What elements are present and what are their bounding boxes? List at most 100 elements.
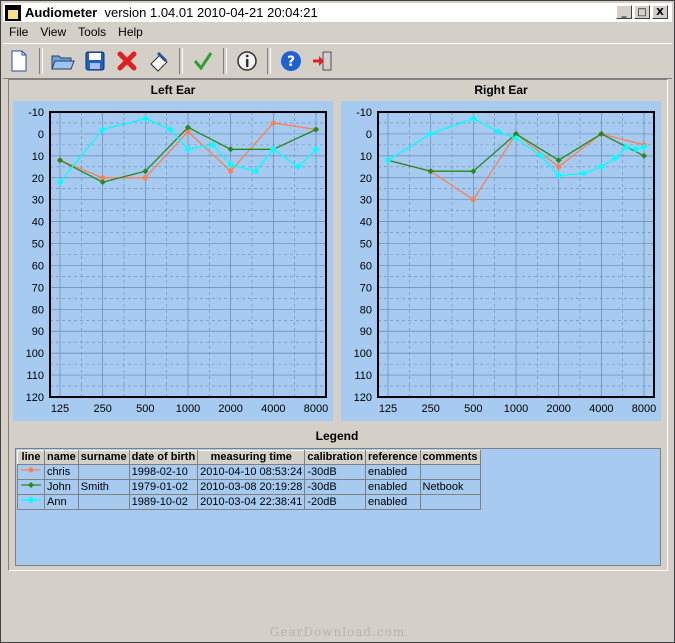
app-icon[interactable] — [5, 4, 21, 21]
maximize-button[interactable]: □ — [634, 5, 650, 19]
open-button[interactable] — [49, 47, 77, 75]
y-tick-label: 20 — [32, 173, 44, 185]
title-bar[interactable]: Audiometer version 1.04.01 2010-04-21 20… — [3, 3, 672, 22]
app-name: Audiometer — [25, 5, 98, 20]
cell-reference: enabled — [364, 494, 421, 510]
col-name[interactable]: name — [44, 450, 79, 465]
y-tick-label: 100 — [26, 348, 44, 360]
table-row[interactable]: John Smith 1979-01-02 2010-03-08 20:19:2… — [17, 479, 481, 495]
minimize-button[interactable]: _ — [616, 5, 632, 19]
x-tick-label: 250 — [93, 403, 111, 415]
col-surname[interactable]: surname — [77, 450, 130, 465]
y-tick-label: 50 — [32, 239, 44, 251]
left-ear-chart: -10 0 10 20 30 40 50 60 70 80 90 100 110 120 125 250 500… — [13, 101, 333, 421]
cell-comments — [419, 494, 481, 510]
menu-tools[interactable]: Tools — [72, 23, 112, 41]
toolbar-separator — [39, 48, 43, 74]
new-button[interactable] — [5, 47, 33, 75]
y-tick-label: 80 — [360, 304, 372, 316]
cell-date-of-birth: 1989-10-02 — [128, 494, 199, 510]
cell-calibration: -20dB — [304, 494, 366, 510]
col-measuring-time[interactable]: measuring time — [197, 450, 306, 465]
app-version: version 1.04.01 2010-04-21 20:04:21 — [104, 5, 318, 20]
watermark: GearDownload.com — [269, 625, 406, 639]
x-tick-label: 4000 — [261, 403, 285, 415]
cell-name: chris — [44, 464, 79, 480]
clear-icon — [150, 51, 168, 72]
cell-calibration: -30dB — [304, 464, 366, 480]
x-tick-label: 8000 — [304, 403, 328, 415]
y-tick-label: 20 — [360, 173, 372, 185]
cell-date-of-birth: 1998-02-10 — [128, 464, 199, 480]
y-tick-label: 10 — [360, 151, 372, 163]
y-tick-label: 0 — [38, 129, 44, 141]
menu-help[interactable]: Help — [112, 23, 149, 41]
data-point — [270, 120, 276, 126]
x-tick-label: 1000 — [176, 403, 200, 415]
delete-icon — [117, 51, 137, 71]
y-tick-label: 90 — [32, 326, 44, 338]
col-comments[interactable]: comments — [419, 450, 481, 465]
col-date-of-birth[interactable]: date of birth — [128, 450, 199, 465]
toolbar: ? — [3, 43, 672, 79]
save-button[interactable] — [81, 47, 109, 75]
y-tick-label: 90 — [360, 326, 372, 338]
help-button[interactable]: ? — [277, 47, 305, 75]
exit-button[interactable] — [309, 47, 337, 75]
y-tick-label: 70 — [360, 282, 372, 294]
right-ear-chart: -10 0 10 20 30 40 50 60 70 80 90 100 110 120 125 250 500… — [341, 101, 661, 421]
open-icon — [51, 55, 75, 70]
y-tick-label: 120 — [26, 392, 44, 404]
x-tick-label: 1000 — [504, 403, 528, 415]
y-tick-label: 100 — [354, 348, 372, 360]
cell-calibration: -30dB — [304, 479, 366, 495]
line-swatch — [17, 464, 45, 480]
svg-text:?: ? — [287, 54, 295, 70]
legend-table: line name surname date of birth measurin… — [17, 450, 481, 510]
y-tick-label: 70 — [32, 282, 44, 294]
legend-panel: line name surname date of birth measurin… — [15, 448, 661, 566]
data-point — [142, 175, 148, 181]
x-tick-label: 125 — [379, 403, 397, 415]
toolbar-separator — [179, 48, 183, 74]
help-icon: ? — [281, 51, 301, 71]
col-calibration[interactable]: calibration — [304, 450, 366, 465]
menu-bar: File View Tools Help — [3, 23, 149, 41]
x-tick-label: 500 — [136, 403, 154, 415]
y-tick-label: 80 — [32, 304, 44, 316]
y-tick-label: 40 — [32, 217, 44, 229]
cell-comments: Netbook — [419, 479, 481, 495]
table-row[interactable]: Ann 1989-10-02 2010-03-04 22:38:41 -20dB… — [17, 494, 481, 510]
check-icon — [193, 52, 213, 71]
y-tick-label: 110 — [354, 370, 372, 382]
cell-surname: Smith — [77, 479, 130, 495]
table-row[interactable]: chris 1998-02-10 2010-04-10 08:53:24 -30… — [17, 464, 481, 480]
delete-button[interactable] — [113, 47, 141, 75]
line-swatch — [17, 494, 45, 510]
new-icon — [11, 50, 27, 72]
info-icon — [237, 51, 257, 71]
info-button[interactable] — [233, 47, 261, 75]
menu-file[interactable]: File — [3, 23, 34, 41]
close-button[interactable]: X — [652, 5, 668, 19]
data-point — [470, 197, 476, 203]
check-button[interactable] — [189, 47, 217, 75]
y-tick-label: 40 — [360, 217, 372, 229]
legend-header-row: line name surname date of birth measurin… — [17, 450, 481, 465]
col-reference[interactable]: reference — [364, 450, 421, 465]
clear-button[interactable] — [145, 47, 173, 75]
app-window: Audiometer version 1.04.01 2010-04-21 20… — [0, 0, 675, 643]
y-tick-label: 120 — [354, 392, 372, 404]
save-icon — [85, 51, 105, 71]
x-tick-label: 2000 — [546, 403, 570, 415]
cell-comments — [419, 464, 481, 480]
menu-view[interactable]: View — [34, 23, 72, 41]
cell-name: John — [44, 479, 79, 495]
y-tick-label: 30 — [32, 195, 44, 207]
y-tick-label: 60 — [32, 260, 44, 272]
cell-name: Ann — [44, 494, 79, 510]
y-tick-label: -10 — [28, 107, 44, 119]
left-ear-plot: -10 0 10 20 30 40 50 60 70 80 90 100 110 120 125 250 500… — [26, 107, 329, 415]
x-tick-label: 250 — [421, 403, 439, 415]
col-line[interactable]: line — [17, 450, 45, 465]
